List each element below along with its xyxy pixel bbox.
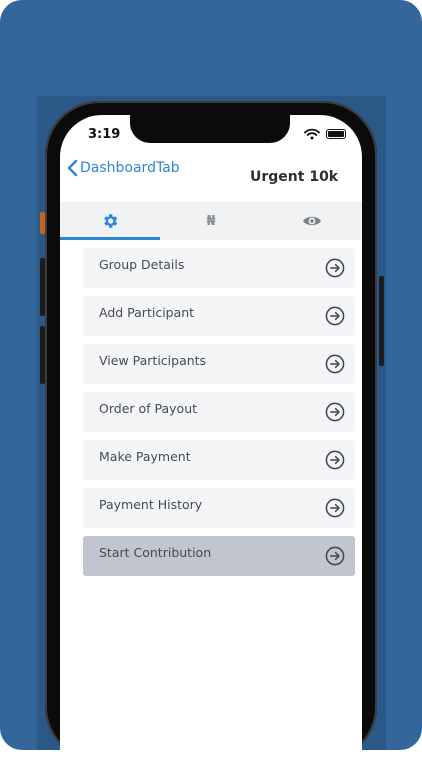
back-button[interactable]: DashboardTab: [66, 159, 180, 177]
status-time: 3:19: [88, 127, 121, 142]
battery-icon: [326, 129, 346, 139]
arrow-right-circle-icon: [325, 402, 345, 422]
menu-item-label: Start Contribution: [99, 544, 212, 560]
menu-item-start-contribution[interactable]: Start Contribution: [83, 536, 355, 576]
menu-item-label: View Participants: [99, 352, 207, 368]
menu-item-label: Group Details: [99, 256, 185, 272]
menu-item-label: Add Participant: [99, 304, 195, 320]
menu-item-group-details[interactable]: Group Details: [83, 248, 355, 288]
tab-settings[interactable]: [60, 202, 161, 240]
notch: [130, 115, 290, 143]
menu-item-label: Make Payment: [99, 448, 191, 464]
menu-item-make-payment[interactable]: Make Payment: [83, 440, 355, 480]
tab-view[interactable]: [261, 202, 362, 240]
menu-item-view-participants[interactable]: View Participants: [83, 344, 355, 384]
tab-bar: ₦: [60, 202, 362, 240]
phone-power-button: [379, 276, 384, 366]
arrow-right-circle-icon: [325, 450, 345, 470]
group-menu: Group Details Add Participant View Parti…: [83, 248, 355, 584]
menu-item-order-of-payout[interactable]: Order of Payout: [83, 392, 355, 432]
tab-payments[interactable]: ₦: [161, 202, 262, 240]
arrow-right-circle-icon: [325, 498, 345, 518]
menu-item-label: Order of Payout: [99, 400, 198, 416]
wifi-icon: [304, 128, 320, 140]
status-icons: [304, 128, 346, 140]
page-title: Urgent 10k: [250, 169, 339, 185]
menu-item-payment-history[interactable]: Payment History: [83, 488, 355, 528]
arrow-right-circle-icon: [325, 306, 345, 326]
arrow-right-circle-icon: [325, 546, 345, 566]
arrow-right-circle-icon: [325, 258, 345, 278]
chevron-left-icon: [67, 159, 78, 177]
active-tab-indicator: [60, 237, 160, 240]
back-label: DashboardTab: [80, 160, 180, 176]
menu-item-add-participant[interactable]: Add Participant: [83, 296, 355, 336]
gear-icon: [104, 214, 118, 228]
naira-icon: ₦: [206, 213, 216, 229]
phone-screen: 3:19 DashboardTab Urgent 10k ₦ Group Det…: [60, 115, 362, 765]
eye-icon: [302, 216, 321, 226]
arrow-right-circle-icon: [325, 354, 345, 374]
menu-item-label: Payment History: [99, 496, 203, 512]
